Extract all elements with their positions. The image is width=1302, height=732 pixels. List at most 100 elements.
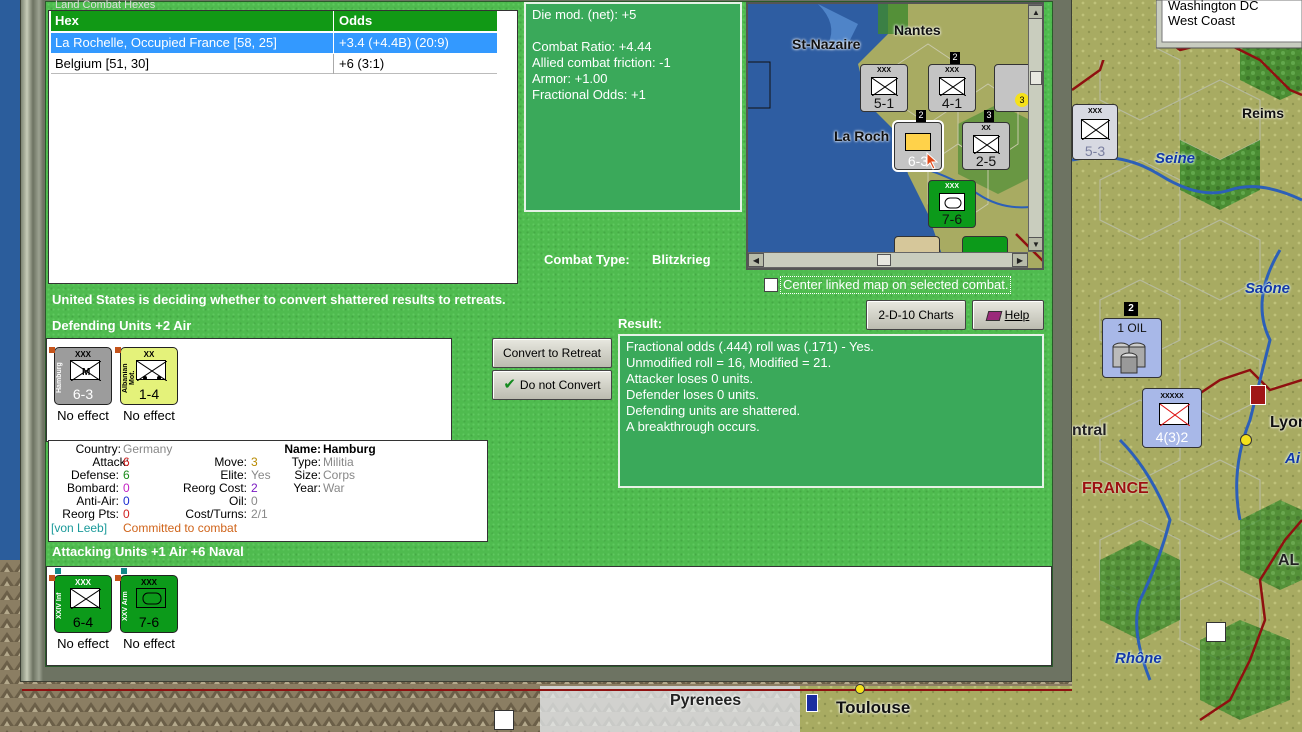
map-oil-counter[interactable]: 1 OIL: [1102, 318, 1162, 378]
hex-row-la-rochelle[interactable]: La Rochelle, Occupied France [58, 25] +3…: [51, 33, 497, 53]
map-bomber-marker[interactable]: [1206, 622, 1226, 642]
minimap-city-la-rochelle: La Roch: [834, 128, 890, 144]
unit-size: XX: [143, 350, 155, 359]
convert-to-retreat-button[interactable]: Convert to Retreat: [492, 338, 612, 368]
river-ain: Ai: [1285, 450, 1300, 467]
help-label: Help: [1004, 308, 1030, 322]
hex-odds: +3.4 (+4.4B) (20:9): [339, 35, 449, 50]
result-panel: Fractional odds (.444) roll was (.171) -…: [618, 334, 1044, 488]
mouse-cursor-icon: [926, 152, 939, 170]
unit-size: XXX: [74, 578, 91, 587]
info-label: Reorg Pts:: [62, 507, 119, 521]
combat-window-body: Land Combat Hexes Hex Odds La Rochelle, …: [45, 0, 1053, 667]
unit-result: No effect: [123, 636, 175, 651]
result-line: Fractional odds (.444) roll was (.171) -…: [626, 339, 874, 354]
unit-size: XXX: [140, 578, 157, 587]
linked-minimap[interactable]: Nantes St-Nazaire La Roch XXX 5-1 XXX 4-…: [746, 2, 1044, 270]
result-line: A breakthrough occurs.: [626, 419, 760, 434]
map-bottom-marker-1[interactable]: [494, 710, 514, 730]
river-seine: Seine: [1155, 150, 1196, 167]
info-label: Cost/Turns:: [185, 507, 247, 521]
attacking-unit[interactable]: XXIV Inf XXX 6-4 No effect: [49, 568, 113, 651]
attacking-title: Attacking Units +1 Air +6 Naval: [52, 544, 244, 559]
defending-unit[interactable]: Albanian Mot. XX 1-4 No effect: [115, 347, 179, 423]
city-reims[interactable]: Reims: [1242, 105, 1284, 121]
map-counter-french-corps[interactable]: XXX 5-3: [1072, 104, 1118, 160]
charts-button[interactable]: 2-D-10 Charts: [866, 300, 966, 330]
map-bottom-marker-2[interactable]: [806, 694, 818, 712]
help-book-icon: [985, 310, 1002, 321]
combat-type-label: Combat Type:: [544, 252, 630, 267]
river-saone: Saône: [1245, 280, 1291, 297]
river-rhone: Rhône: [1115, 650, 1162, 667]
info-country: Germany: [123, 442, 173, 456]
unit-result: No effect: [57, 408, 109, 423]
region-central: ntral: [1072, 422, 1107, 439]
modifier-line: Armor: +1.00: [532, 71, 608, 86]
city-lyons[interactable]: Lyons: [1270, 414, 1302, 432]
do-not-convert-button[interactable]: ✔ Do not Convert: [492, 370, 612, 400]
map-counter-french-army[interactable]: XXXXX 4(3)2: [1142, 388, 1202, 448]
attacking-units-panel: XXIV Inf XXX 6-4 No effect XXV Arm XXX 7…: [46, 566, 1052, 666]
modifier-line: Allied combat friction: -1: [532, 55, 671, 70]
defending-unit[interactable]: Hamburg XXX M 6-3 No effect: [49, 347, 113, 423]
unit-result: No effect: [123, 408, 175, 423]
hex-name: Belgium [51, 30]: [55, 56, 149, 71]
col-hex-header: Hex: [55, 13, 79, 28]
stack-marker: 2: [950, 52, 960, 64]
modifier-line: [532, 23, 734, 39]
hex-table-header: Hex Odds: [51, 11, 497, 31]
infantry-symbol-icon: [70, 588, 102, 610]
result-line: Attacker loses 0 units.: [626, 371, 754, 386]
minimap-horizontal-scrollbar[interactable]: ◀ ▶: [748, 252, 1028, 268]
modifiers-panel: Die mod. (net): +5 Combat Ratio: +4.44 A…: [524, 2, 742, 212]
minimap-counter-2[interactable]: XXX 4-1: [928, 64, 976, 112]
unit-result: No effect: [57, 636, 109, 651]
center-linked-checkbox[interactable]: [764, 278, 778, 292]
result-line: Defending units are shattered.: [626, 403, 801, 418]
motorized-infantry-icon: [136, 360, 168, 382]
unit-info-panel: Country: Germany Attack: 6 Defense: 6 Bo…: [48, 440, 488, 542]
info-status: Committed to combat: [123, 521, 238, 535]
svg-text:M: M: [82, 367, 90, 378]
do-not-convert-label: Do not Convert: [519, 378, 601, 392]
top-panel-line-1: Washington DC: [1168, 0, 1259, 13]
modifier-line: Fractional Odds: +1: [532, 87, 646, 102]
attacking-unit[interactable]: XXV Arm XXX 7-6 No effect: [115, 568, 179, 651]
status-message: United States is deciding whether to con…: [52, 292, 506, 307]
unit-strength: 6-3: [72, 386, 94, 402]
info-label: Year:: [293, 481, 321, 495]
stack-marker: 2: [916, 110, 926, 122]
minimap-counter-armor[interactable]: XXX 7-6: [928, 180, 976, 228]
militia-symbol-icon: M: [70, 360, 102, 382]
defending-units-panel: Hamburg XXX M 6-3 No effect Albanian Mot…: [46, 338, 452, 442]
toulouse-city-dot: [855, 684, 865, 694]
center-linked-label[interactable]: Center linked map on selected combat.: [780, 276, 1012, 294]
info-reorg-pts: 0: [123, 507, 130, 521]
hex-list-title: Land Combat Hexes: [55, 0, 156, 11]
help-button[interactable]: Help: [972, 300, 1044, 330]
minimap-counter-3[interactable]: XX 2-5: [962, 122, 1010, 170]
top-panel-line-2: West Coast: [1168, 13, 1235, 28]
hex-row-belgium[interactable]: Belgium [51, 30] +6 (3:1): [51, 54, 497, 74]
info-cost-turns: 2/1: [251, 507, 268, 521]
region-alps: AL: [1278, 552, 1300, 569]
country-france: FRANCE: [1082, 480, 1149, 497]
minimap-counter-1[interactable]: XXX 5-1: [860, 64, 908, 112]
oil-barrels-icon: [1112, 342, 1146, 374]
unit-strength: 6-4: [72, 614, 94, 630]
hex-name: La Rochelle, Occupied France [58, 25]: [55, 35, 277, 50]
hex-odds: +6 (3:1): [339, 56, 385, 71]
combat-hex-list[interactable]: Land Combat Hexes Hex Odds La Rochelle, …: [48, 0, 518, 284]
minimap-city-st-nazaire: St-Nazaire: [792, 36, 861, 52]
unit-strength: 1-4: [138, 386, 160, 402]
city-toulouse[interactable]: Toulouse: [836, 698, 910, 718]
minimap-vertical-scrollbar[interactable]: ▲ ▼: [1028, 4, 1042, 252]
modifier-line: Combat Ratio: +4.44: [532, 39, 652, 54]
result-title: Result:: [618, 316, 663, 331]
map-hq-marker[interactable]: [1250, 385, 1266, 405]
map-stack-count: 2: [1124, 302, 1138, 316]
unit-strength: 7-6: [138, 614, 160, 630]
minimap-city-nantes: Nantes: [894, 22, 941, 38]
lyons-city-dot: [1240, 434, 1252, 446]
